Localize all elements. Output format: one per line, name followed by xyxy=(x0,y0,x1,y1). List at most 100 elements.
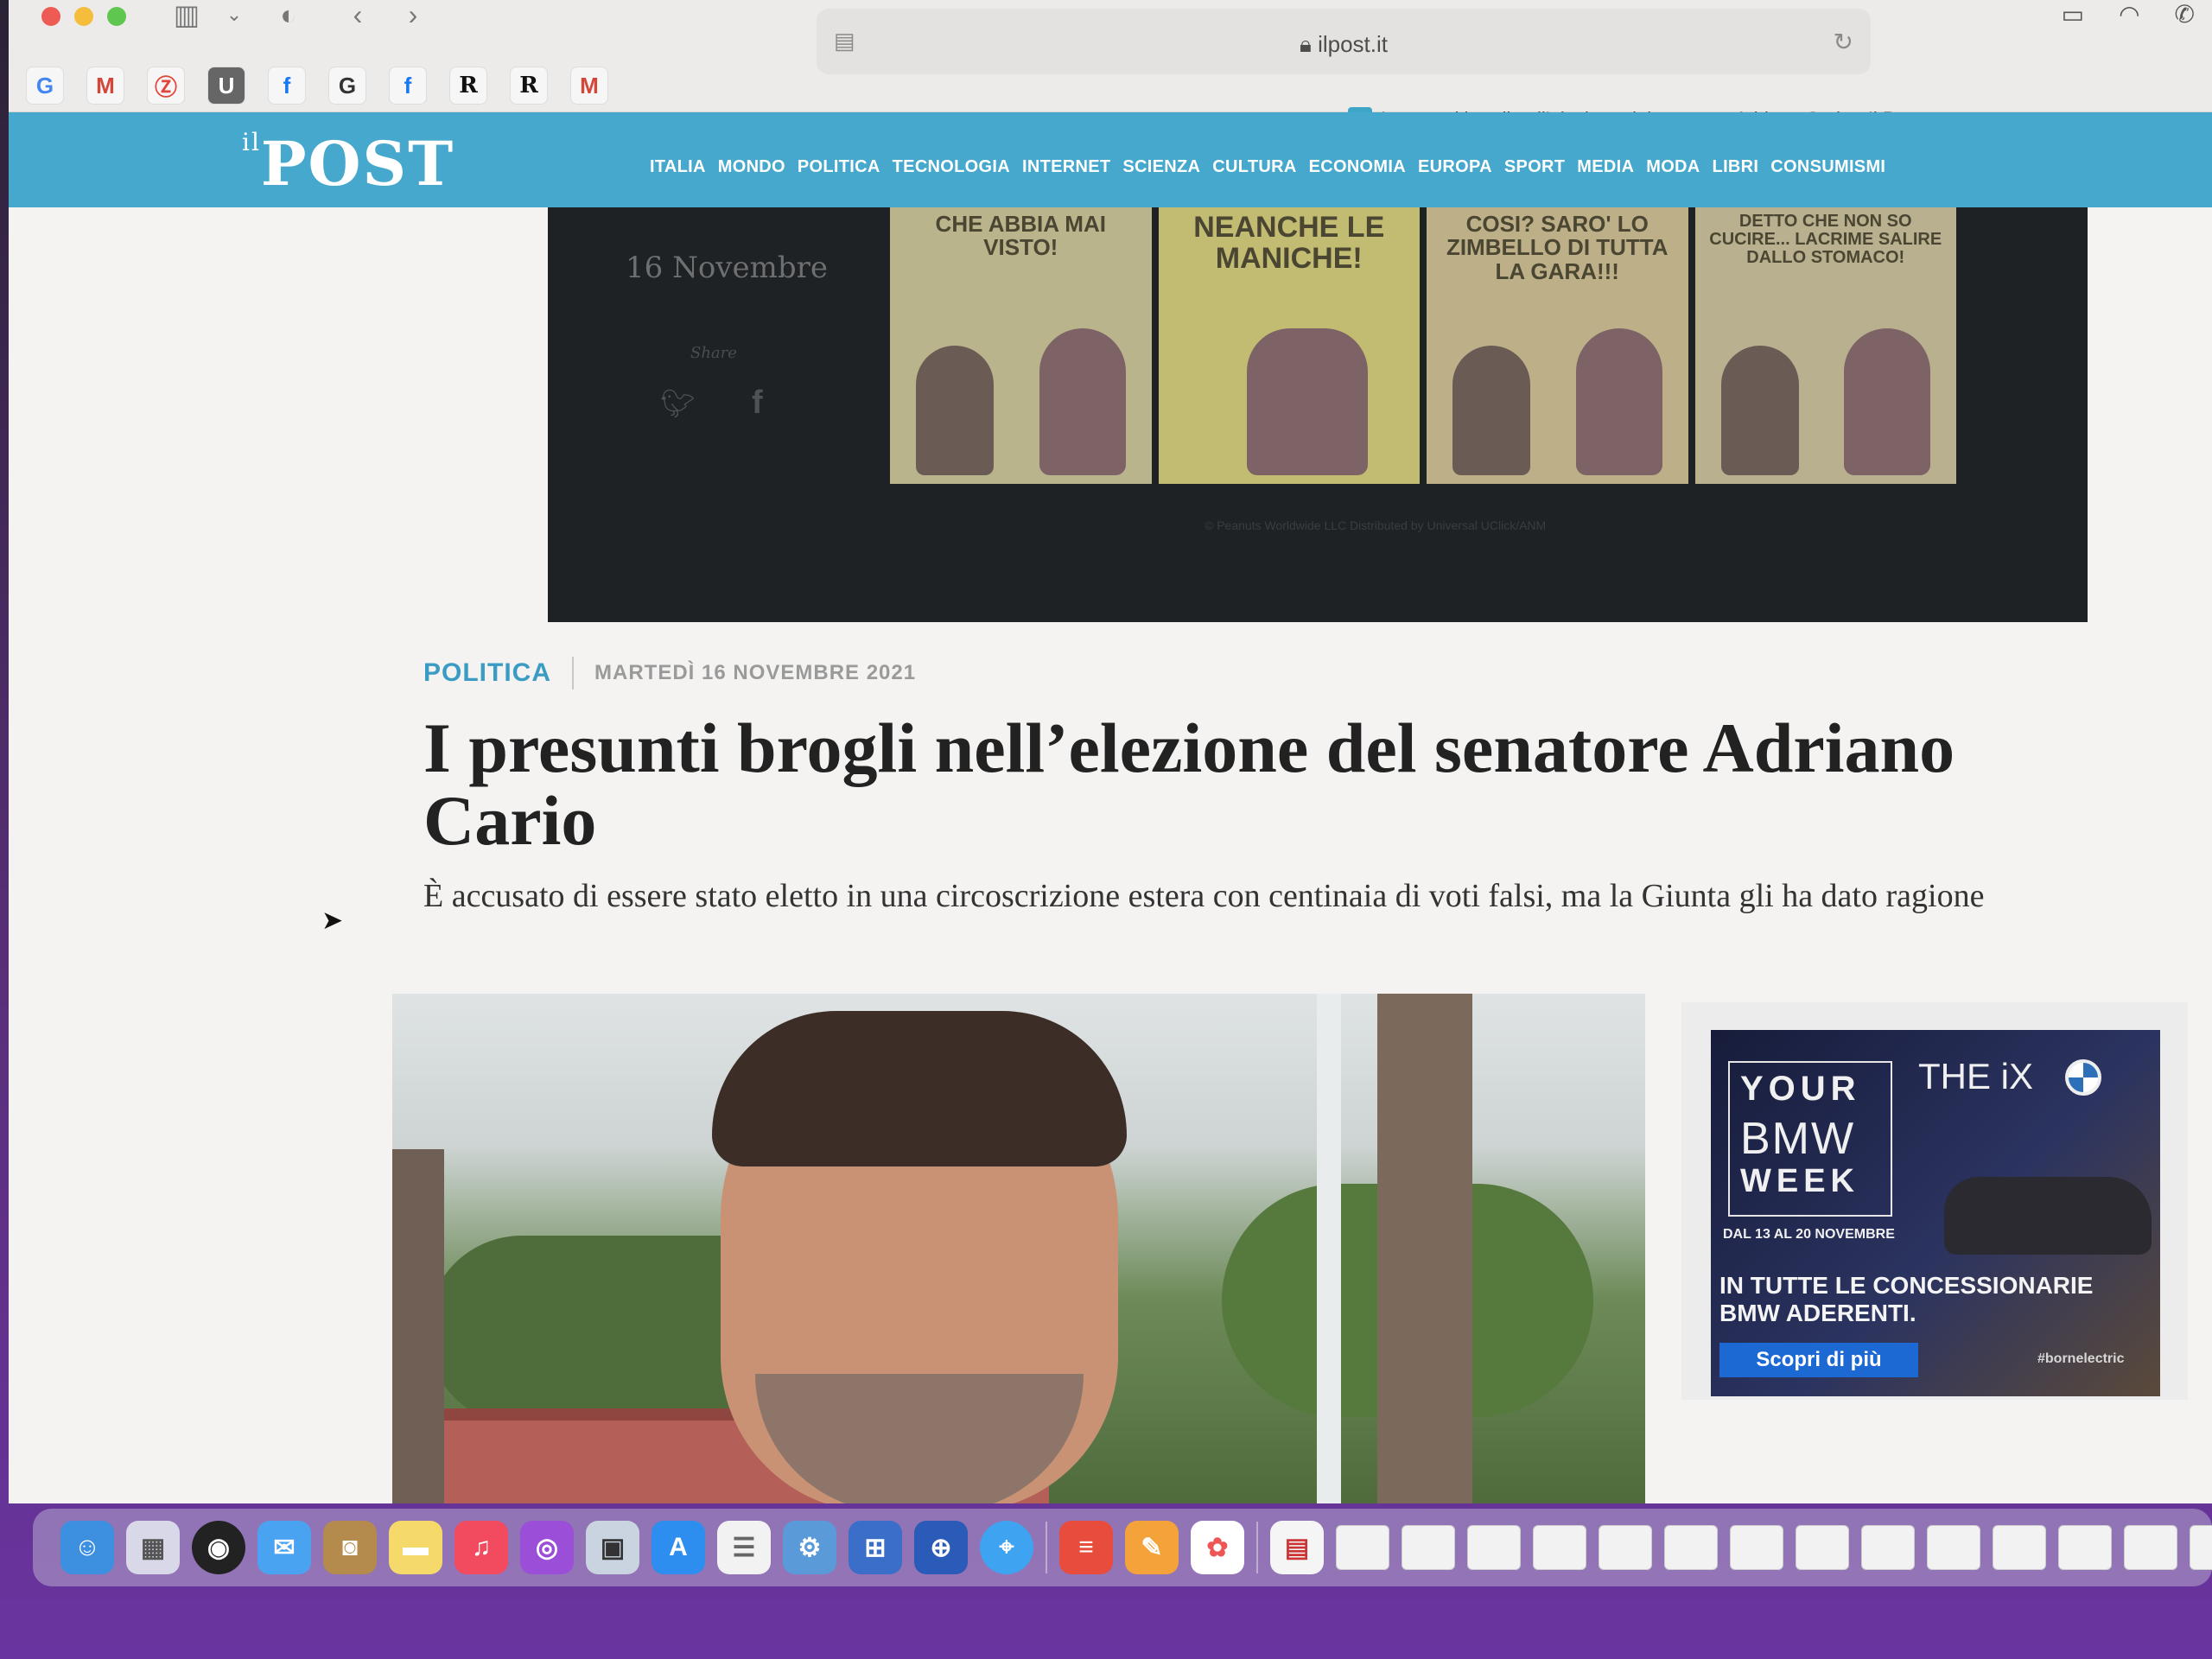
comic-panel: CHE ABBIA MAI VISTO! xyxy=(890,207,1152,484)
document-icon[interactable]: ▤ xyxy=(1270,1521,1324,1574)
minimized-window[interactable] xyxy=(1402,1525,1455,1570)
bookmark-facebook-icon[interactable]: f xyxy=(268,67,306,105)
minimized-window[interactable] xyxy=(1467,1525,1521,1570)
browser-titlebar: ▥ ⌄ ◐ ‹ › ▤ 🔒︎ ilpost.it ↻ ▭ ◠ ✆ G M Ⓩ U… xyxy=(9,0,2212,131)
mail-icon[interactable]: ✉ xyxy=(257,1521,311,1574)
bookmark-r-icon[interactable]: R xyxy=(510,67,548,105)
nav-europa[interactable]: EUROPA xyxy=(1418,157,1492,177)
music-icon[interactable]: ♫ xyxy=(454,1521,508,1574)
minimized-window[interactable] xyxy=(2190,1525,2212,1570)
dock-separator xyxy=(1046,1522,1047,1573)
address-bar[interactable]: ▤ 🔒︎ ilpost.it ↻ xyxy=(817,9,1871,74)
minimized-window[interactable] xyxy=(2124,1525,2177,1570)
nav-economia[interactable]: ECONOMIA xyxy=(1309,157,1406,177)
nav-cultura[interactable]: CULTURA xyxy=(1212,157,1296,177)
reload-icon[interactable]: ↻ xyxy=(1834,28,1853,56)
photo-tree-trunk xyxy=(392,1149,444,1503)
photo-hair xyxy=(712,1011,1127,1166)
bookmark-facebook-icon[interactable]: f xyxy=(389,67,427,105)
minimize-window-button[interactable] xyxy=(74,7,93,26)
facebook-icon[interactable]: f xyxy=(752,385,763,422)
nav-politica[interactable]: POLITICA xyxy=(798,157,880,177)
menubar-status-icons: ▭ ◠ ✆ xyxy=(2062,0,2195,35)
photo-booth-icon[interactable]: ⊕ xyxy=(914,1521,968,1574)
minimized-window[interactable] xyxy=(1861,1525,1915,1570)
zoom-window-button[interactable] xyxy=(107,7,126,26)
bmw-ad-banner[interactable]: YOUR BMW WEEK THE iX DAL 13 AL 20 NOVEMB… xyxy=(1711,1030,2160,1396)
close-window-button[interactable] xyxy=(41,7,60,26)
wifi-icon[interactable]: ◠ xyxy=(2119,0,2139,35)
bookmark-google-icon[interactable]: G xyxy=(26,67,64,105)
character-figure xyxy=(916,346,994,475)
nav-scienza[interactable]: SCIENZA xyxy=(1122,157,1200,177)
car-image xyxy=(1944,1177,2152,1255)
minimized-window[interactable] xyxy=(1664,1525,1718,1570)
preview-icon[interactable]: ▣ xyxy=(586,1521,639,1574)
article-meta: POLITICA MARTEDÌ 16 NOVEMBRE 2021 xyxy=(423,657,2065,690)
article-date: MARTEDÌ 16 NOVEMBRE 2021 xyxy=(594,661,917,684)
photos-icon[interactable]: ✿ xyxy=(1191,1521,1244,1574)
bookmark-r-icon[interactable]: R xyxy=(449,67,487,105)
logo-text: POST xyxy=(260,128,455,200)
bookmark-g-icon[interactable]: G xyxy=(328,67,366,105)
ilpost-logo[interactable]: ilPOST xyxy=(242,128,454,200)
minimized-window[interactable] xyxy=(1599,1525,1652,1570)
article-photo[interactable] xyxy=(392,994,1645,1503)
network-utility-icon[interactable]: ⚙ xyxy=(783,1521,836,1574)
article-category[interactable]: POLITICA xyxy=(423,658,551,688)
safari-icon[interactable]: ⌖ xyxy=(980,1521,1033,1574)
launchpad-icon[interactable]: ▦ xyxy=(126,1521,180,1574)
bookmark-u-icon[interactable]: U xyxy=(207,67,245,105)
minimized-window[interactable] xyxy=(1533,1525,1586,1570)
share-label: Share xyxy=(690,344,737,362)
comic-panel: NEANCHE LE MANICHE! xyxy=(1158,207,1420,484)
favorites-bar: G M Ⓩ U f G f R R M xyxy=(26,64,608,107)
finder-icon[interactable]: ☺ xyxy=(60,1521,114,1574)
photo-tree-trunk xyxy=(1377,994,1472,1503)
back-icon[interactable]: ‹ xyxy=(342,0,373,29)
nav-moda[interactable]: MODA xyxy=(1646,157,1700,177)
nav-internet[interactable]: INTERNET xyxy=(1022,157,1110,177)
discover-more-button[interactable]: Scopri di più xyxy=(1719,1343,1918,1377)
comic-strip[interactable]: CHE ABBIA MAI VISTO! NEANCHE LE MANICHE!… xyxy=(890,207,1956,484)
minimized-window[interactable] xyxy=(2058,1525,2112,1570)
pages-icon[interactable]: ✎ xyxy=(1125,1521,1179,1574)
nav-sport[interactable]: SPORT xyxy=(1504,157,1565,177)
logo-prefix: il xyxy=(242,128,261,156)
character-figure xyxy=(1452,346,1530,475)
minimized-window[interactable] xyxy=(1730,1525,1783,1570)
minimized-window[interactable] xyxy=(1927,1525,1980,1570)
minimized-window[interactable] xyxy=(1993,1525,2046,1570)
reminders-icon[interactable]: ☰ xyxy=(717,1521,771,1574)
privacy-shield-icon[interactable]: ◐ xyxy=(273,0,304,29)
sidebar-toggle-icon[interactable]: ▥ xyxy=(169,0,204,29)
twitter-icon[interactable]: 🐦︎ xyxy=(660,387,696,420)
advertisement: YOUR BMW WEEK THE iX DAL 13 AL 20 NOVEMB… xyxy=(1681,1002,2188,1400)
image-capture-icon[interactable]: ⊞ xyxy=(849,1521,902,1574)
nav-tecnologia[interactable]: TECNOLOGIA xyxy=(893,157,1010,177)
nav-consumismi[interactable]: CONSUMISMI xyxy=(1770,157,1885,177)
ad-model: THE iX xyxy=(1918,1056,2034,1096)
battery-icon[interactable]: ▭ xyxy=(2062,0,2084,35)
phone-icon[interactable]: ✆ xyxy=(2175,0,2195,35)
minimized-window[interactable] xyxy=(1796,1525,1849,1570)
nav-italia[interactable]: ITALIA xyxy=(650,157,706,177)
bookmark-gmail-icon[interactable]: M xyxy=(86,67,124,105)
character-figure xyxy=(1039,328,1126,475)
speech-balloon: CHE ABBIA MAI VISTO! xyxy=(935,211,1106,261)
contacts-icon[interactable]: ◙ xyxy=(323,1521,377,1574)
url-text: ilpost.it xyxy=(1318,31,1388,57)
nav-media[interactable]: MEDIA xyxy=(1577,157,1634,177)
bookmark-z-icon[interactable]: Ⓩ xyxy=(147,67,185,105)
podcasts-icon[interactable]: ◎ xyxy=(520,1521,574,1574)
minimized-window[interactable] xyxy=(1336,1525,1389,1570)
forward-icon[interactable]: › xyxy=(397,0,429,29)
todoist-icon[interactable]: ≡ xyxy=(1059,1521,1113,1574)
siri-icon[interactable]: ◉ xyxy=(192,1521,245,1574)
bookmark-gmail-icon[interactable]: M xyxy=(570,67,608,105)
notes-icon[interactable]: ▬ xyxy=(389,1521,442,1574)
chevron-down-icon[interactable]: ⌄ xyxy=(221,0,247,29)
nav-mondo[interactable]: MONDO xyxy=(718,157,785,177)
nav-libri[interactable]: LIBRI xyxy=(1713,157,1759,177)
app-store-icon[interactable]: A xyxy=(652,1521,705,1574)
